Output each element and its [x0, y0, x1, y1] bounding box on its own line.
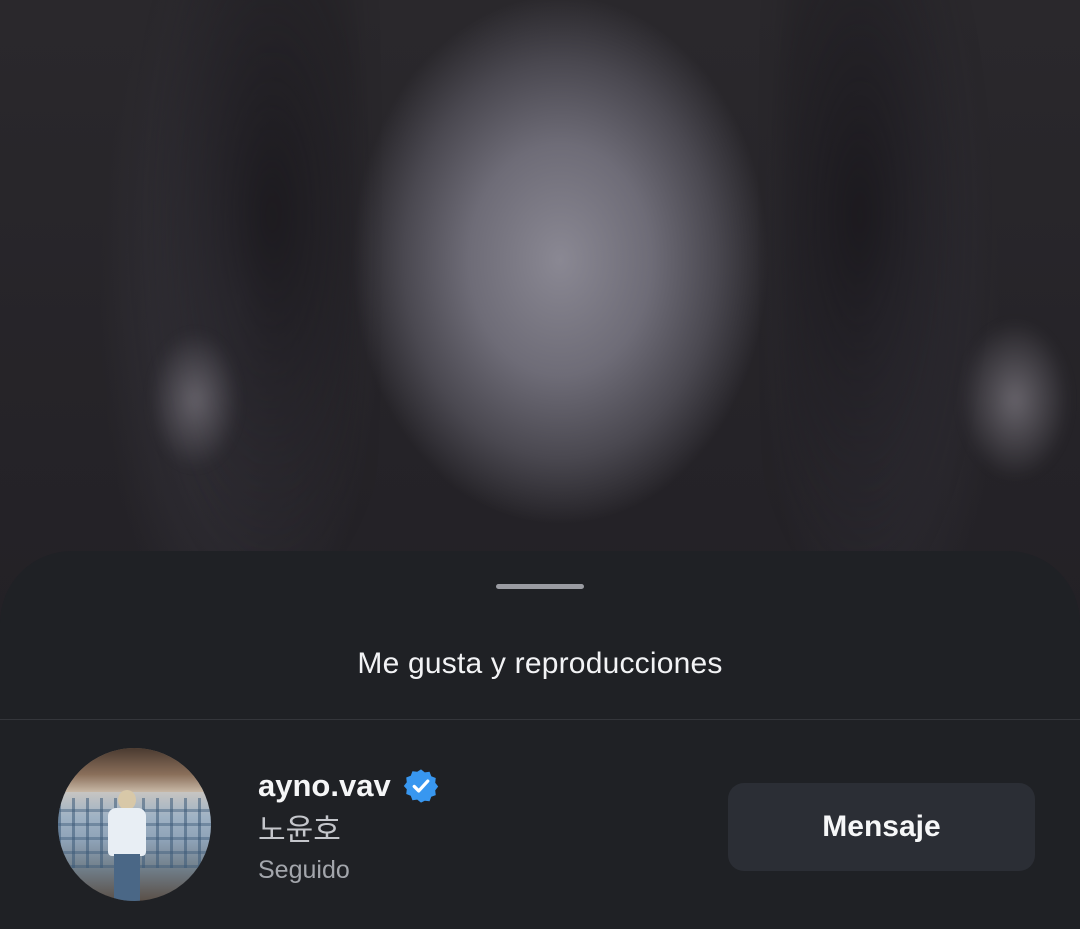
- username-line: ayno.vav: [258, 766, 439, 806]
- sheet-title: Me gusta y reproducciones: [357, 647, 723, 680]
- screen: Me gusta y reproducciones ayno.vav 노윤호 S…: [0, 0, 1080, 929]
- avatar[interactable]: [58, 748, 211, 901]
- avatar-photo-person: [106, 790, 146, 901]
- message-button[interactable]: Mensaje: [728, 783, 1035, 871]
- sheet-drag-handle[interactable]: [496, 584, 584, 589]
- full-name: 노윤호: [258, 814, 341, 847]
- photo-shadow-right: [780, 0, 980, 600]
- avatar-person-jeans: [114, 854, 140, 901]
- background-photo[interactable]: [0, 0, 1080, 620]
- username[interactable]: ayno.vav: [258, 768, 391, 804]
- avatar-person-head: [118, 790, 136, 810]
- user-info[interactable]: ayno.vav 노윤호 Seguido: [258, 766, 439, 886]
- avatar-photo-roof: [58, 748, 211, 792]
- photo-highlight-left: [150, 330, 240, 470]
- photo-highlight-right: [960, 320, 1070, 480]
- follow-status: Seguido: [258, 856, 350, 884]
- likes-bottom-sheet: Me gusta y reproducciones ayno.vav 노윤호 S…: [0, 551, 1080, 929]
- photo-shadow-left: [140, 0, 360, 600]
- user-list-item[interactable]: ayno.vav 노윤호 Seguido Mensaje: [0, 720, 1080, 929]
- avatar-person-shirt: [108, 808, 146, 856]
- verified-badge-icon: [403, 768, 439, 804]
